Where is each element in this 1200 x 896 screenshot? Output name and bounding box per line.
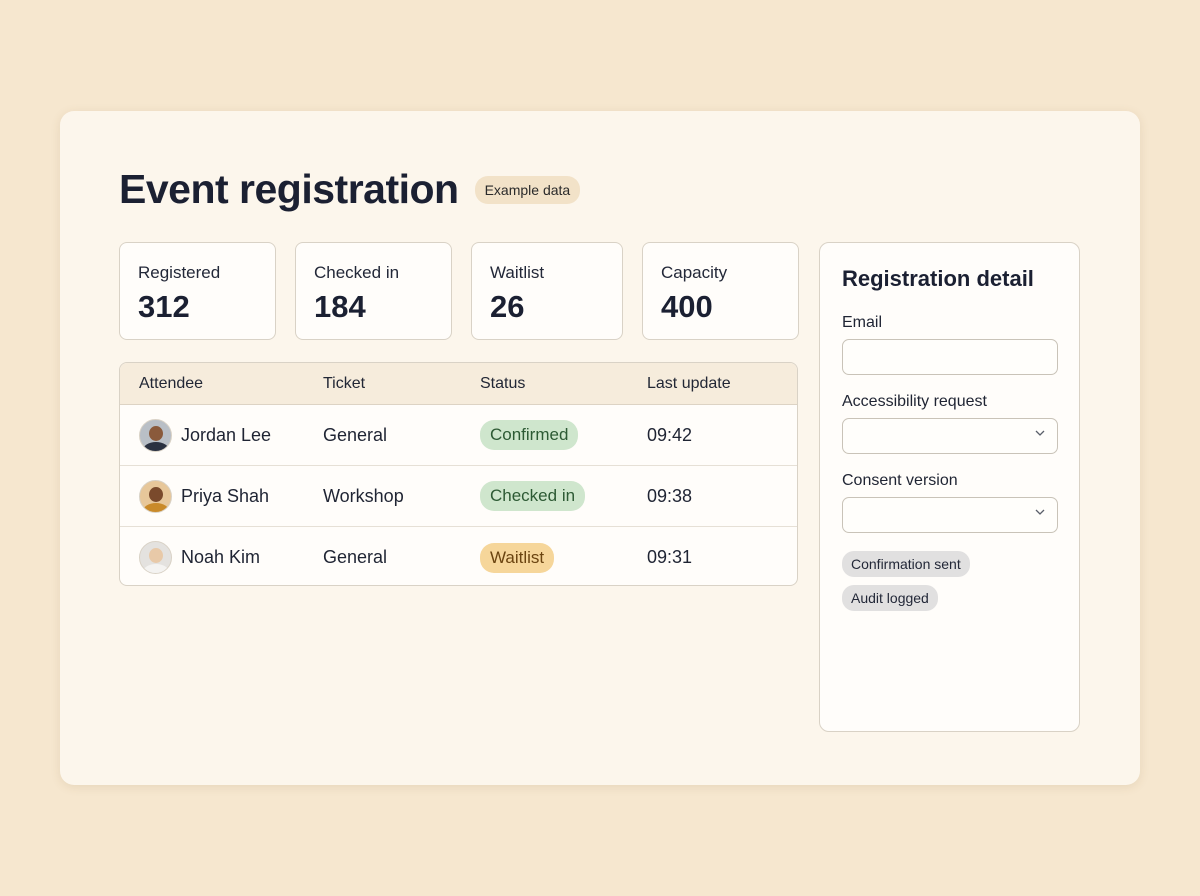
stat-registered: Registered 312	[119, 242, 276, 340]
stat-waitlist: Waitlist 26	[471, 242, 623, 340]
table-row[interactable]: Priya Shah Workshop Checked in 09:38	[120, 466, 797, 527]
ticket-cell: Workshop	[323, 485, 404, 506]
table-row[interactable]: Jordan Lee General Confirmed 09:42	[120, 405, 797, 466]
stat-capacity: Capacity 400	[642, 242, 799, 340]
stats-row: Registered 312 Checked in 184 Waitlist 2…	[119, 242, 799, 340]
chevron-down-icon	[1035, 509, 1045, 515]
avatar	[139, 418, 172, 452]
attendee-cell: Priya Shah	[120, 479, 323, 513]
chevron-down-icon	[1035, 430, 1045, 436]
page-header: Event registration Example data	[119, 166, 581, 213]
stat-value: 26	[490, 289, 525, 324]
table-header: Attendee Ticket Status Last update	[120, 363, 797, 405]
last-update-cell: 09:31	[647, 547, 693, 567]
column-header-last-update[interactable]: Last update	[647, 375, 797, 393]
ticket-cell: General	[323, 547, 388, 567]
status-badge: Checked in	[480, 481, 586, 511]
registration-detail-panel: Registration detail Email Accessibility …	[819, 242, 1080, 732]
attendee-cell: Jordan Lee	[120, 418, 323, 452]
email-field[interactable]	[842, 339, 1058, 375]
stat-value: 184	[314, 289, 366, 324]
stat-checked-in: Checked in 184	[295, 242, 452, 340]
column-header-ticket[interactable]: Ticket	[323, 375, 480, 393]
attendee-table: Attendee Ticket Status Last update Jorda…	[119, 362, 798, 586]
email-label: Email	[842, 314, 883, 331]
status-tags: Confirmation sent Audit logged	[842, 551, 1057, 619]
audit-logged-tag: Audit logged	[842, 585, 938, 611]
attendee-cell: Noah Kim	[120, 541, 323, 574]
status-badge: Confirmed	[480, 420, 579, 450]
accessibility-label: Accessibility request	[842, 393, 987, 410]
panel-title: Registration detail	[842, 266, 1034, 291]
status-cell: Waitlist	[480, 542, 647, 573]
stat-label: Registered	[138, 263, 221, 282]
column-header-status[interactable]: Status	[480, 375, 647, 393]
example-data-badge: Example data	[474, 175, 581, 204]
stat-label: Checked in	[314, 263, 400, 282]
status-cell: Checked in	[480, 481, 647, 511]
avatar	[139, 479, 172, 513]
status-badge: Waitlist	[480, 542, 555, 573]
attendee-name: Priya Shah	[181, 485, 270, 506]
consent-version-select[interactable]	[842, 497, 1058, 533]
confirmation-sent-tag: Confirmation sent	[842, 551, 970, 577]
last-update-cell: 09:38	[647, 485, 693, 506]
stat-label: Waitlist	[490, 263, 545, 282]
last-update-cell: 09:42	[647, 424, 693, 445]
accessibility-request-select[interactable]	[842, 418, 1058, 454]
column-header-attendee[interactable]: Attendee	[120, 375, 323, 393]
stat-value: 312	[138, 289, 190, 324]
table-row[interactable]: Noah Kim General Waitlist 09:31	[120, 527, 797, 585]
consent-label: Consent version	[842, 472, 958, 489]
page-title: Event registration	[119, 166, 459, 212]
attendee-name: Jordan Lee	[181, 424, 272, 445]
ticket-cell: General	[323, 424, 388, 445]
attendee-name: Noah Kim	[181, 547, 261, 567]
registration-card: Event registration Example data Register…	[60, 111, 1140, 785]
stat-value: 400	[661, 289, 713, 324]
stat-label: Capacity	[661, 263, 728, 282]
status-cell: Confirmed	[480, 420, 647, 450]
avatar	[139, 541, 172, 574]
